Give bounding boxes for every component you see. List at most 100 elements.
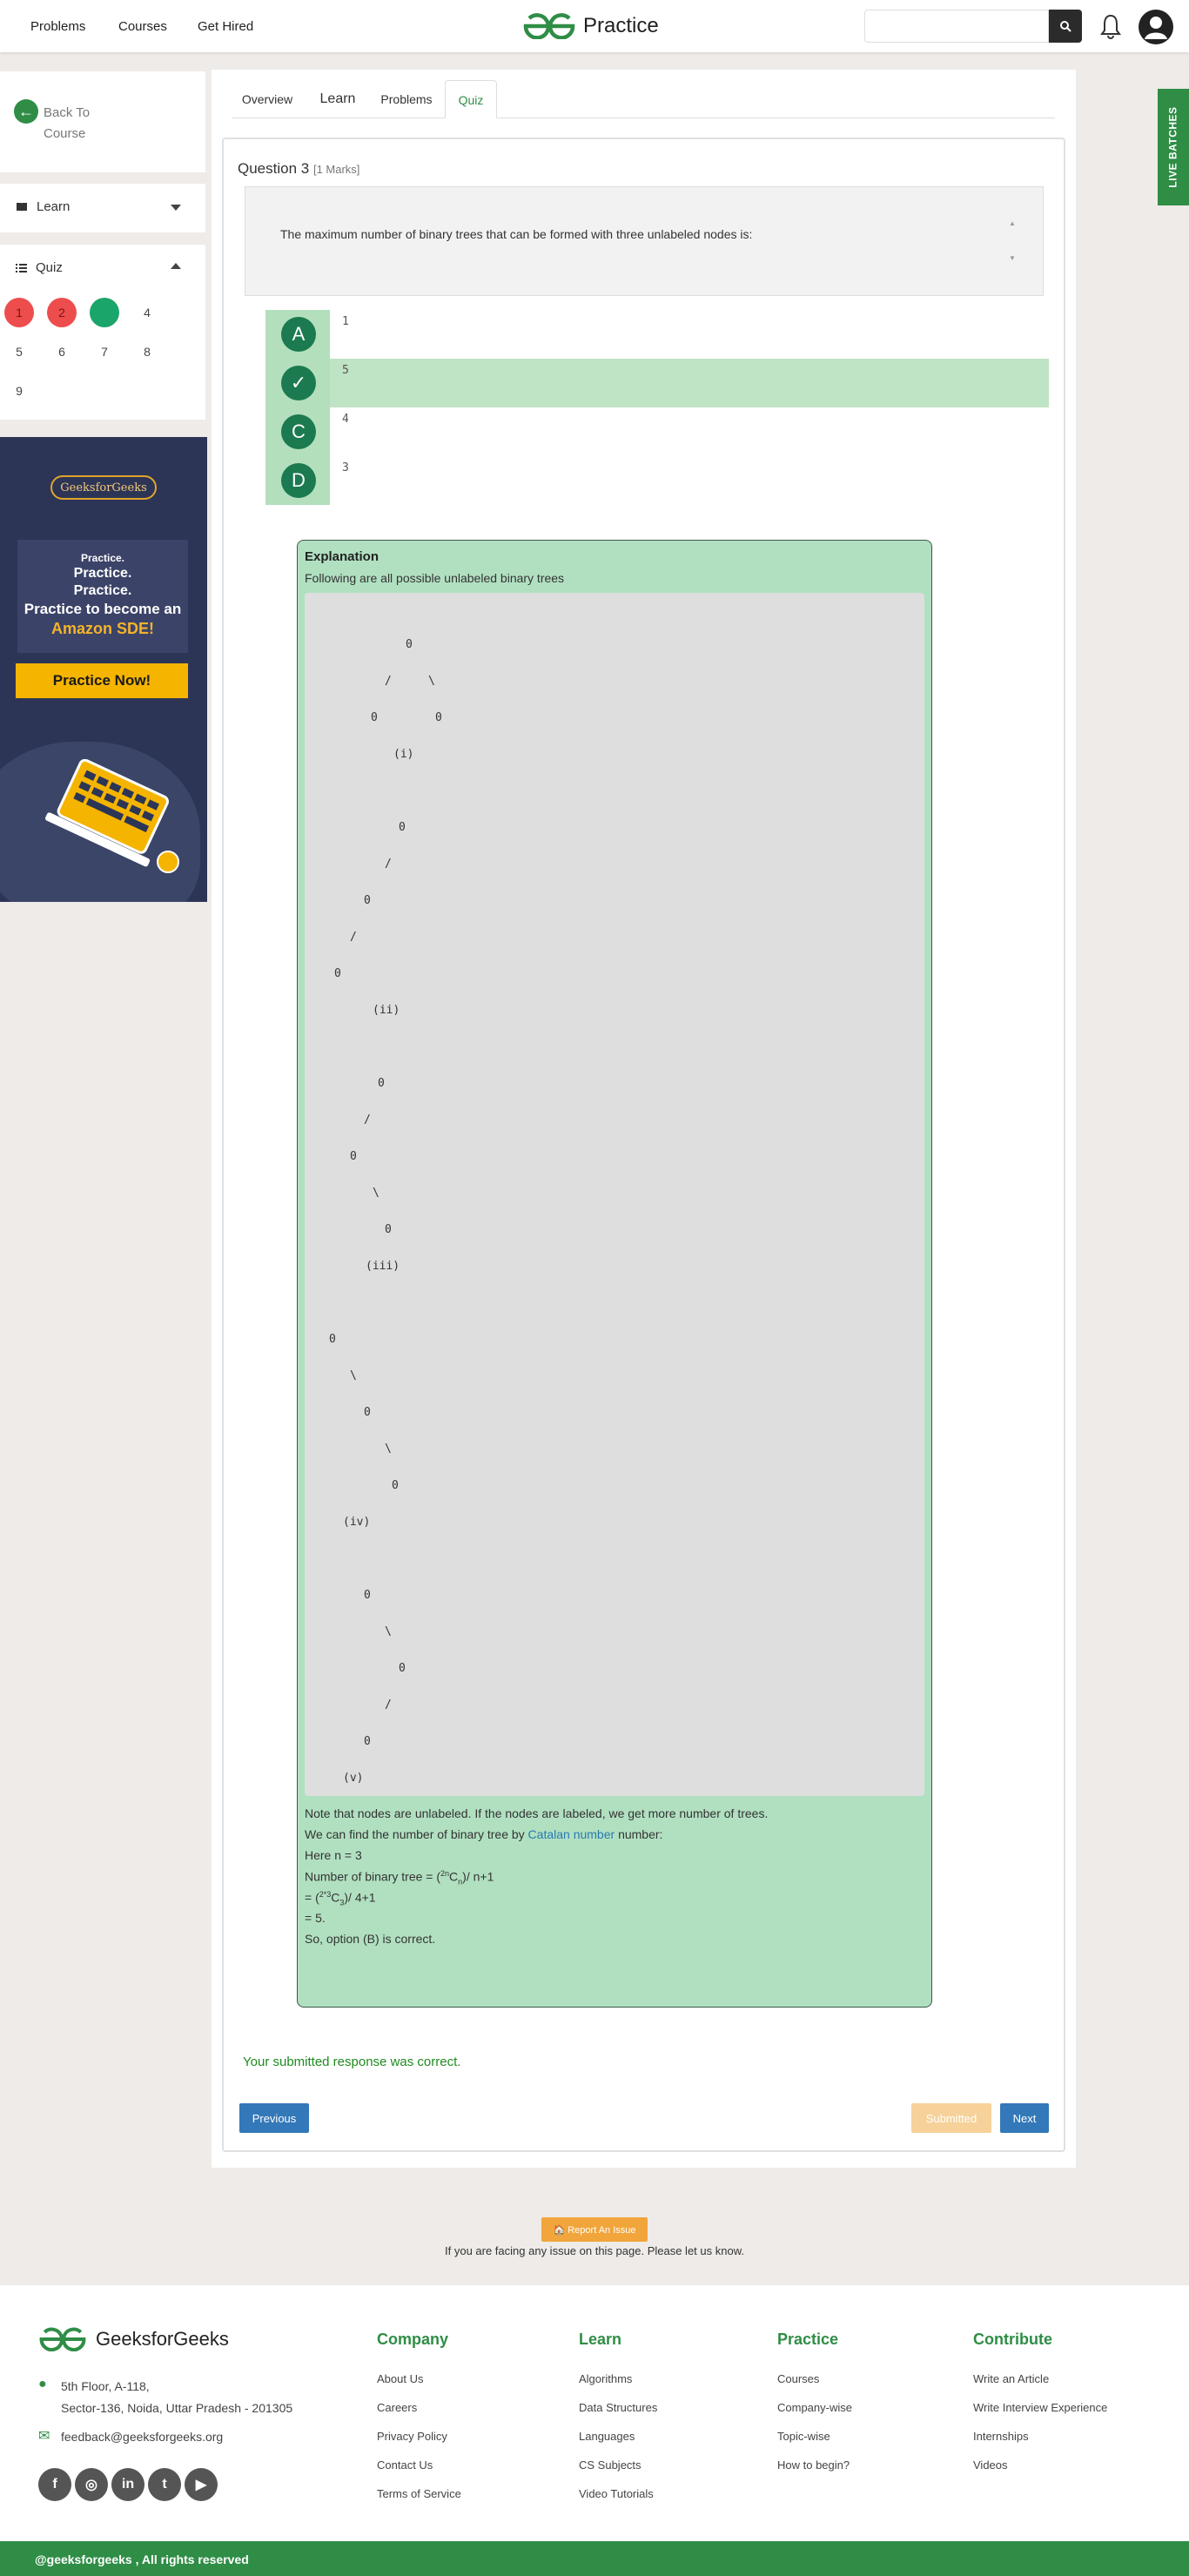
tree-node: 0 — [371, 711, 378, 724]
scroll-arrows[interactable]: ▲ ▼ — [1008, 215, 1017, 267]
question-nav-1[interactable]: 1 — [4, 298, 34, 327]
quiz-header[interactable]: Quiz — [16, 260, 63, 275]
footer-link[interactable]: Company-wise — [777, 2401, 852, 2414]
submitted-button[interactable]: Submitted — [911, 2103, 991, 2133]
option-c[interactable]: C 4 — [265, 407, 1049, 456]
question-nav-9[interactable]: 9 — [4, 376, 34, 406]
explanation-heading: Explanation — [305, 549, 380, 564]
option-d[interactable]: D 3 — [265, 456, 1049, 505]
tree-label: (iv) — [343, 1516, 371, 1529]
question-nav-2[interactable]: 2 — [47, 298, 77, 327]
formula-text: C — [449, 1869, 459, 1884]
footer-link[interactable]: CS Subjects — [579, 2458, 642, 2472]
bell-icon[interactable] — [1098, 13, 1124, 39]
formula-text: )/ 4+1 — [344, 1890, 376, 1905]
footer-link[interactable]: Topic-wise — [777, 2430, 830, 2443]
question-nav-8[interactable]: 8 — [132, 337, 162, 367]
ad-line: Practice. — [73, 583, 132, 598]
question-nav-5[interactable]: 5 — [4, 337, 34, 367]
footer-link[interactable]: About Us — [377, 2372, 423, 2385]
learn-dropdown[interactable]: Learn — [0, 184, 205, 232]
nav-link-courses[interactable]: Courses — [118, 19, 167, 34]
tree-label: (iii) — [366, 1260, 400, 1273]
question-nav-6[interactable]: 6 — [47, 337, 77, 367]
footer-link[interactable]: Write an Article — [973, 2372, 1049, 2385]
catalan-number-link[interactable]: Catalan number — [528, 1827, 615, 1841]
question-nav-7[interactable]: 7 — [90, 337, 119, 367]
twitter-icon[interactable]: t — [148, 2468, 181, 2501]
tree-edge: \ — [350, 1369, 357, 1382]
footer-link[interactable]: Write Interview Experience — [973, 2401, 1107, 2414]
footer-link[interactable]: Data Structures — [579, 2401, 657, 2414]
search-input[interactable] — [864, 10, 1049, 43]
tree-node: 0 — [364, 894, 371, 907]
linkedin-icon[interactable]: in — [111, 2468, 144, 2501]
footer-link[interactable]: Contact Us — [377, 2458, 433, 2472]
live-batches-tab[interactable]: LIVE BATCHES — [1158, 89, 1189, 205]
previous-button[interactable]: Previous — [239, 2103, 309, 2133]
instagram-icon[interactable]: ◎ — [75, 2468, 108, 2501]
formula-text: C — [331, 1890, 340, 1905]
ad-line: Practice. — [80, 552, 125, 564]
option-value: 4 — [342, 413, 349, 426]
option-letter: C — [281, 414, 316, 449]
catalan-text: number: — [618, 1827, 663, 1841]
footer-link[interactable]: Internships — [973, 2430, 1029, 2443]
next-button[interactable]: Next — [1000, 2103, 1049, 2133]
footer-link[interactable]: Privacy Policy — [377, 2430, 447, 2443]
formula-text: Number of binary tree = ( — [305, 1869, 441, 1884]
submission-result: Your submitted response was correct. — [243, 2055, 461, 2069]
catalan-text: We can find the number of binary tree by — [305, 1827, 525, 1841]
report-issue-button[interactable]: 🏠 Report An Issue — [541, 2217, 648, 2242]
arrow-left-icon: ← — [14, 99, 38, 124]
list-icon — [16, 263, 27, 272]
footer-email[interactable]: feedback@geeksforgeeks.org — [61, 2430, 223, 2444]
facebook-icon[interactable]: f — [38, 2468, 71, 2501]
footer-link[interactable]: Video Tutorials — [579, 2487, 654, 2500]
option-a[interactable]: A 1 — [265, 310, 1049, 359]
tree-label: (i) — [393, 748, 414, 761]
footer-col-contribute: Contribute — [973, 2331, 1052, 2348]
ad-highlight: Amazon SDE! — [50, 620, 154, 637]
search-icon — [1060, 21, 1071, 32]
copyright-bar: @geeksforgeeks , All rights reserved — [0, 2541, 1189, 2576]
footer-link[interactable]: Careers — [377, 2401, 417, 2414]
book-icon — [17, 202, 27, 212]
footer-link[interactable]: Terms of Service — [377, 2487, 461, 2500]
chevron-down-icon — [171, 205, 181, 211]
footer-logo[interactable]: GeeksforGeeks — [38, 2327, 229, 2351]
search-button[interactable] — [1049, 10, 1082, 43]
avatar[interactable] — [1139, 10, 1173, 44]
formula-sup: 2n — [440, 1869, 450, 1878]
tree-edge: / — [385, 858, 392, 871]
tab-overview[interactable]: Overview — [232, 80, 302, 118]
option-b[interactable]: ✓ 5 — [265, 359, 1049, 407]
footer-link[interactable]: Courses — [777, 2372, 819, 2385]
promo-banner[interactable]: GeeksforGeeks Practice. Practice. Practi… — [0, 437, 207, 902]
practice-now-button[interactable]: Practice Now! — [16, 663, 188, 698]
nav-link-problems[interactable]: Problems — [30, 19, 85, 34]
practice-logo[interactable]: Practice — [522, 10, 659, 42]
gfg-logo-icon — [523, 13, 575, 39]
tab-problems[interactable]: Problems — [372, 80, 441, 118]
tree-node: 0 — [364, 1406, 371, 1419]
question-nav-4[interactable]: 4 — [132, 298, 162, 327]
question-text: The maximum number of binary trees that … — [280, 227, 753, 241]
youtube-icon[interactable]: ▶ — [185, 2468, 218, 2501]
ad-text-box: Practice. Practice. Practice. Practice t… — [17, 540, 188, 653]
footer-link[interactable]: How to begin? — [777, 2458, 850, 2472]
report-issue-text: If you are facing any issue on this page… — [445, 2244, 744, 2257]
tab-learn[interactable]: Learn — [307, 80, 368, 118]
question-nav-3[interactable]: 3 — [90, 298, 119, 327]
tree-node: 0 — [435, 711, 442, 724]
tab-quiz[interactable]: Quiz — [445, 80, 497, 118]
option-value: 5 — [342, 364, 349, 377]
footer-link[interactable]: Videos — [973, 2458, 1008, 2472]
formula-sup: 2*3 — [319, 1890, 332, 1899]
question-panel: Question 3 [1 Marks] The maximum number … — [222, 138, 1065, 2152]
tree-node: 0 — [364, 1589, 371, 1602]
back-to-course-card[interactable]: ← Back To Course — [0, 71, 205, 172]
footer-link[interactable]: Algorithms — [579, 2372, 632, 2385]
nav-link-get-hired[interactable]: Get Hired — [198, 19, 253, 34]
footer-link[interactable]: Languages — [579, 2430, 635, 2443]
